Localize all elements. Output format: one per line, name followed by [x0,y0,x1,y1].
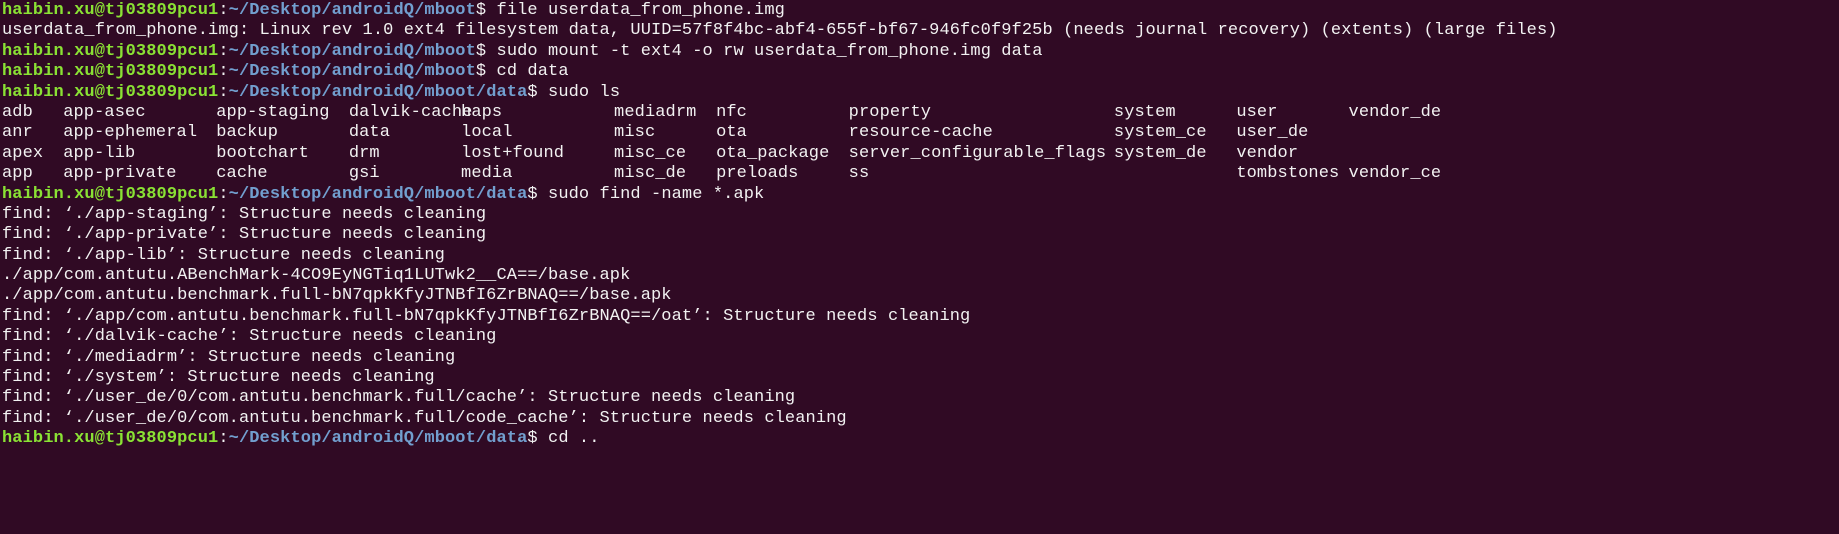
prompt-separator: : [218,41,229,61]
prompt-separator: : [218,429,229,449]
ls-output-row: apex app-lib bootchart drm lost+found misc_ce… [2,144,1839,164]
prompt-line: haibin.xu@tj03809pcu1:~/Desktop/androidQ… [2,185,1839,205]
ls-output-row: anr app-ephemeral backup data local misc ota re… [2,123,1839,143]
ls-entry: apex [2,143,44,163]
ls-entry: anr [2,123,33,143]
ls-entry: property [848,102,932,122]
prompt-user-host: haibin.xu@tj03809pcu1 [2,1,219,20]
prompt-separator: : [218,62,229,82]
ls-entry: user [1236,102,1278,122]
ls-entry: haps [461,102,503,122]
ls-entry: nfc [716,102,747,122]
prompt-path: ~/Desktop/androidQ/mboot/data [228,82,528,102]
ls-entry: vendor_de [1348,102,1442,122]
prompt-line: haibin.xu@tj03809pcu1:~/Desktop/androidQ… [2,429,1839,449]
ls-entry: ota [716,123,747,143]
terminal-output[interactable]: haibin.xu@tj03809pcu1:~/Desktop/androidQ… [0,0,1839,450]
ls-entry: app-staging [216,102,330,122]
ls-entry: misc [614,123,656,143]
output-line: find: ‘./app-staging’: Structure needs c… [2,204,487,224]
ls-entry: mediadrm [614,102,697,122]
ls-entry: bootchart [216,143,309,163]
output-line: find: ‘./user_de/0/com.antutu.benchmark.… [2,388,796,408]
output-line: find: ‘./dalvik-cache’: Structure needs … [2,327,497,347]
ls-entry: vendor [1236,143,1299,163]
ls-entry: system_ce [1113,123,1207,143]
output-line: userdata_from_phone.img: Linux rev 1.0 e… [2,21,1558,41]
ls-entry: server_configurable_flags [848,143,1107,163]
ls-entry: preloads [716,164,799,184]
prompt-line: haibin.xu@tj03809pcu1:~/Desktop/androidQ… [2,83,1839,103]
ls-entry: app [2,164,33,184]
ls-entry: lost+found [461,143,565,163]
prompt-user-host: haibin.xu@tj03809pcu1 [2,429,219,449]
prompt-symbol: $ [475,41,497,61]
prompt-line: haibin.xu@tj03809pcu1:~/Desktop/androidQ… [2,62,1839,82]
ls-output-row: app app-private cache gsi media misc_de preloa… [2,164,1839,184]
output-line: find: ‘./user_de/0/com.antutu.benchmark.… [2,408,847,428]
ls-entry: system_de [1113,143,1207,163]
output-line: find: ‘./app-private’: Structure needs c… [2,225,487,245]
prompt-separator: : [218,1,229,20]
prompt-line: haibin.xu@tj03809pcu1:~/Desktop/androidQ… [2,1,1839,21]
prompt-path: ~/Desktop/androidQ/mboot/data [228,184,528,204]
ls-entry: app-asec [63,102,146,122]
prompt-line: haibin.xu@tj03809pcu1:~/Desktop/androidQ… [2,42,1839,62]
ls-entry: user_de [1236,123,1309,143]
ls-entry: media [461,164,513,184]
ls-entry: drm [348,143,380,163]
ls-entry: misc_ce [614,143,687,163]
ls-output-row: adb app-asec app-staging dalvik-cache haps me… [2,103,1839,123]
ls-entry: dalvik-cache [348,102,473,122]
output-line: find: ‘./mediadrm’: Structure needs clea… [2,347,456,367]
output-line: find: ‘./app-lib’: Structure needs clean… [2,245,445,265]
ls-entry: cache [216,164,268,184]
prompt-symbol: $ [475,1,497,20]
prompt-symbol: $ [527,184,549,204]
prompt-path: ~/Desktop/androidQ/mboot [228,41,476,61]
ls-entry: tombstones [1236,164,1340,184]
ls-entry: system [1113,102,1176,122]
ls-entry [1114,164,1236,184]
ls-entry: ss [848,164,870,184]
prompt-symbol: $ [527,429,549,449]
ls-entry: gsi [348,164,380,184]
command-text: sudo mount -t ext4 -o rw userdata_from_p… [496,41,1043,61]
prompt-separator: : [218,82,229,102]
output-line: ./app/com.antutu.ABenchMark-4CO9EyNGTiq1… [2,266,631,286]
ls-entry: app-private [63,164,177,184]
ls-entry: data [348,123,391,143]
ls-entry: misc_de [614,164,687,184]
prompt-user-host: haibin.xu@tj03809pcu1 [2,62,219,82]
output-line: ./app/com.antutu.benchmark.full-bN7qpkKf… [2,286,672,306]
ls-entry: vendor_ce [1348,164,1442,184]
prompt-path: ~/Desktop/androidQ/mboot [228,1,476,20]
prompt-path: ~/Desktop/androidQ/mboot [228,62,476,82]
prompt-user-host: haibin.xu@tj03809pcu1 [2,184,219,204]
ls-entry: app-ephemeral [63,123,198,143]
ls-entry: local [461,123,513,143]
ls-entry: resource-cache [848,123,993,143]
prompt-path: ~/Desktop/androidQ/mboot/data [228,429,528,449]
prompt-symbol: $ [475,62,497,82]
command-text: sudo ls [548,82,621,102]
prompt-separator: : [218,184,229,204]
prompt-user-host: haibin.xu@tj03809pcu1 [2,82,219,102]
prompt-symbol: $ [527,82,549,102]
command-text: cd .. [548,429,600,449]
ls-entry: adb [2,102,33,122]
ls-entry: app-lib [63,143,136,163]
ls-entry: backup [216,123,279,143]
command-text: file userdata_from_phone.img [496,1,785,20]
command-text: cd data [496,62,569,82]
output-line: find: ‘./system’: Structure needs cleani… [2,368,435,388]
output-line: find: ‘./app/com.antutu.benchmark.full-b… [2,306,971,326]
command-text: sudo find -name *.apk [548,184,765,204]
prompt-user-host: haibin.xu@tj03809pcu1 [2,41,219,61]
ls-entry: ota_package [716,143,830,163]
